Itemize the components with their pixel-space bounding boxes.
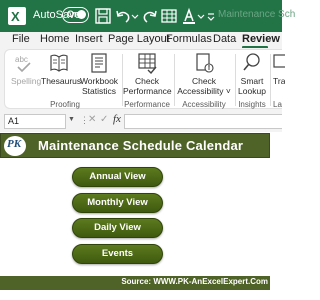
table-grid-icon[interactable] <box>160 7 178 25</box>
logo-text: PK <box>7 138 22 150</box>
font-color-dropdown-icon[interactable] <box>197 7 205 25</box>
smart-lookup-label-1: Smart <box>240 76 264 86</box>
tab-file[interactable]: File <box>12 33 30 45</box>
group-accessibility: Accessibility <box>182 100 226 109</box>
check-performance-label-1: Check <box>134 76 160 86</box>
daily-view-button[interactable]: Daily View <box>72 218 163 238</box>
workbook-statistics-label-2: Statistics <box>81 86 116 96</box>
check-accessibility-label-2: Accessibility <box>177 86 224 96</box>
group-language: La <box>273 100 282 109</box>
page-title: Maintenance Schedule Calendar <box>38 138 244 153</box>
name-box-dropdown-icon[interactable]: ▼ <box>68 116 75 123</box>
monthly-view-button[interactable]: Monthly View <box>72 193 163 213</box>
thesaurus-icon <box>50 54 68 72</box>
svg-text:abc: abc <box>15 55 28 64</box>
annual-view-button[interactable]: Annual View <box>72 167 163 187</box>
tab-page-layout[interactable]: Page Layout <box>108 33 170 45</box>
group-insights: Insights <box>238 100 266 109</box>
title-bar: X AutoSave On Maintenance Sch <box>0 0 295 32</box>
pk-logo: PK <box>4 136 26 156</box>
check-accessibility-icon <box>196 53 214 73</box>
file-name: Maintenance Sch <box>218 9 296 20</box>
check-performance-button[interactable]: Check Performance <box>123 52 172 96</box>
smart-lookup-icon <box>243 53 260 71</box>
tab-review[interactable]: Review <box>242 33 280 45</box>
workbook-statistics-label-1: Workbook <box>79 76 119 86</box>
enter-icon[interactable]: ✓ <box>100 114 108 125</box>
undo-dropdown-icon[interactable] <box>131 7 139 25</box>
tab-insert[interactable]: Insert <box>75 33 103 45</box>
excel-logo-icon: X <box>8 7 26 25</box>
spelling-icon: abc <box>15 55 31 73</box>
spelling-button[interactable]: abc Spelling <box>11 52 41 86</box>
customize-toolbar-icon[interactable] <box>206 7 216 25</box>
events-button[interactable]: Events <box>72 244 163 264</box>
group-separator <box>270 54 271 106</box>
translate-icon <box>273 54 285 68</box>
source-credit: Source: WWW.PK-AnExcelExpert.Com <box>121 277 268 286</box>
autosave-toggle[interactable]: On <box>62 7 89 23</box>
formula-bar: A1 ▼ ⋮ ✕ ✓ fx <box>0 110 282 132</box>
check-accessibility-label-1: Check <box>191 76 217 86</box>
tab-formulas[interactable]: Formulas <box>166 33 212 45</box>
tab-data[interactable]: Data <box>213 33 236 45</box>
workbook-statistics-button[interactable]: Workbook Statistics <box>79 52 119 96</box>
workbook-statistics-icon <box>91 53 107 73</box>
check-accessibility-button[interactable]: Check Accessibility ˅ <box>177 52 231 96</box>
translate-label: Tra <box>273 76 285 86</box>
smart-lookup-button[interactable]: Smart Lookup <box>237 52 267 96</box>
check-performance-icon <box>138 53 157 74</box>
group-performance: Performance <box>124 100 170 109</box>
group-separator <box>174 54 175 106</box>
ribbon-review: abc Spelling Thesaurus Workbook Statisti… <box>4 49 285 109</box>
translate-button[interactable]: Tra <box>273 52 285 86</box>
thesaurus-button[interactable]: Thesaurus <box>41 52 81 86</box>
sheet-right-margin <box>270 132 282 300</box>
smart-lookup-label-2: Lookup <box>238 86 266 96</box>
toggle-knob <box>77 10 86 19</box>
save-icon[interactable] <box>94 7 112 25</box>
undo-icon[interactable] <box>114 7 132 25</box>
group-separator <box>235 54 236 106</box>
group-proofing: Proofing <box>50 100 80 109</box>
ribbon-tabs: File Home Insert Page Layout Formulas Da… <box>0 32 282 49</box>
thesaurus-label: Thesaurus <box>41 76 82 86</box>
redo-icon[interactable] <box>141 7 159 25</box>
insert-function-icon[interactable]: fx <box>113 113 121 125</box>
chevron-down-icon: ˅ <box>223 86 231 96</box>
formula-input[interactable] <box>124 114 282 129</box>
spelling-label: Spelling <box>11 76 42 86</box>
cancel-icon[interactable]: ✕ <box>88 114 96 125</box>
font-color-icon[interactable] <box>180 7 198 25</box>
name-box[interactable]: A1 <box>4 114 66 129</box>
footer-banner: Source: WWW.PK-AnExcelExpert.Com <box>0 276 270 290</box>
tab-home[interactable]: Home <box>40 33 69 45</box>
check-performance-label-2: Performance <box>123 86 172 96</box>
